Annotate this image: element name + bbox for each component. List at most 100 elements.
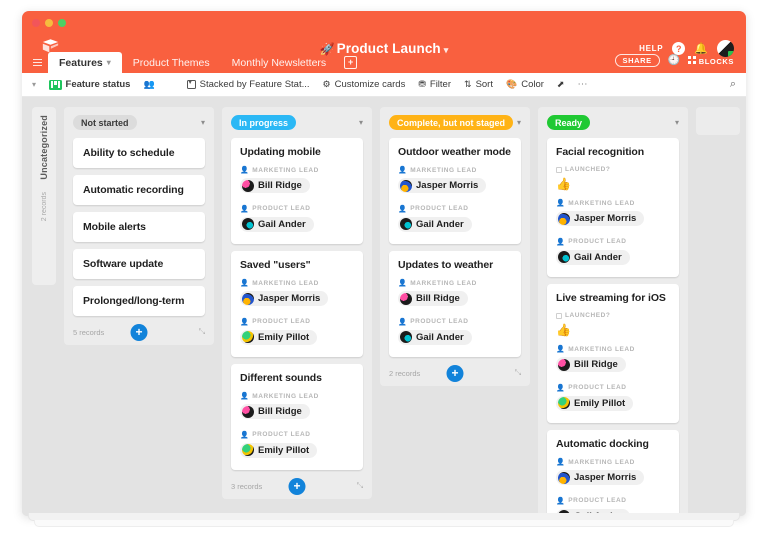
status-badge: In progress	[231, 115, 296, 130]
person-name: Emily Pillot	[258, 445, 309, 456]
stack-partial[interactable]	[696, 107, 740, 135]
person-name: Gail Ander	[416, 219, 464, 230]
person-chip[interactable]: Jasper Morris	[398, 178, 486, 193]
card-field-label: 👤MARKETING LEAD	[240, 166, 354, 174]
checkbox-icon	[556, 313, 562, 319]
person-chip[interactable]: Gail Ander	[240, 217, 314, 232]
avatar	[558, 213, 570, 225]
kanban-card[interactable]: Facial recognitionLAUNCHED?👍👤MARKETING L…	[547, 138, 679, 277]
kanban-card[interactable]: Outdoor weather mode👤MARKETING LEADJaspe…	[389, 138, 521, 244]
thumbs-up-icon: 👍	[556, 177, 670, 191]
stack-complete-but-not-staged[interactable]: Complete, but not staged▾Outdoor weather…	[380, 107, 530, 386]
ellipsis-icon[interactable]: ⋯	[577, 79, 587, 90]
share-button[interactable]: SHARE	[615, 54, 660, 67]
card-title: Automatic recording	[83, 184, 195, 196]
person-chip[interactable]: Jasper Morris	[556, 211, 644, 226]
chevron-down-icon[interactable]: ▾	[675, 118, 679, 127]
kanban-card[interactable]: Automatic recording	[73, 175, 205, 205]
stack-footer: 3 records+⤢	[231, 477, 363, 499]
kanban-card[interactable]: Live streaming for iOSLAUNCHED?👍👤MARKETI…	[547, 284, 679, 423]
kanban-card[interactable]: Mobile alerts	[73, 212, 205, 242]
kanban-card[interactable]: Prolonged/long-term	[73, 286, 205, 316]
card-title: Prolonged/long-term	[83, 295, 195, 307]
group-rail-uncategorized[interactable]: Uncategorized 2 records	[32, 107, 56, 285]
collaborators-icon[interactable]: 👥	[143, 79, 154, 90]
avatar	[558, 251, 570, 263]
history-clock-icon[interactable]: 🕘	[668, 55, 680, 66]
chevron-down-icon[interactable]: ▾	[517, 118, 521, 127]
minimize-window-button[interactable]	[45, 19, 53, 27]
stack-in-progress[interactable]: In progress▾Updating mobile👤MARKETING LE…	[222, 107, 372, 499]
kanban-board[interactable]: Uncategorized 2 records Not started ▾ Abil…	[22, 97, 746, 516]
blocks-button[interactable]: BLOCKS	[688, 51, 734, 69]
share-view-icon[interactable]: ⬈	[557, 79, 565, 90]
add-table-button[interactable]: +	[344, 56, 357, 69]
stack-ready[interactable]: Ready ▾ Facial recognitionLAUNCHED?👍👤MARKE…	[538, 107, 688, 516]
customize-cards-label: Customize cards	[335, 79, 406, 90]
card-field-label: 👤PRODUCT LEAD	[556, 238, 670, 246]
person-chip[interactable]: Jasper Morris	[556, 470, 644, 485]
add-record-button[interactable]: +	[289, 478, 306, 495]
person-name: Jasper Morris	[416, 180, 478, 191]
card-field-label: 👤PRODUCT LEAD	[240, 205, 354, 213]
hamburger-menu-icon[interactable]	[28, 52, 46, 73]
stack-not-started[interactable]: Not started ▾ Ability to schedule Automatic…	[64, 107, 214, 345]
person-icon: 👤	[240, 431, 249, 439]
person-name: Bill Ridge	[258, 406, 302, 417]
kanban-card[interactable]: Ability to schedule	[73, 138, 205, 168]
card-title: Saved "users"	[240, 259, 354, 271]
filter-button[interactable]: ⛃ Filter	[418, 79, 451, 90]
chevron-down-icon[interactable]: ▾	[359, 118, 363, 127]
tab-product-themes[interactable]: Product Themes	[122, 52, 221, 73]
expand-icon[interactable]: ⤢	[357, 481, 363, 491]
app-header: 🚀Product Launch▾ HELP ? 🔔 Features ▾ Pro…	[22, 11, 746, 73]
kanban-card[interactable]: Updating mobile👤MARKETING LEADBill Ridge…	[231, 138, 363, 244]
tab-features[interactable]: Features ▾	[48, 52, 122, 73]
maximize-window-button[interactable]	[58, 19, 66, 27]
person-chip[interactable]: Jasper Morris	[240, 291, 328, 306]
card-field-label-text: PRODUCT LEAD	[252, 205, 310, 212]
avatar	[242, 444, 254, 456]
sort-button[interactable]: ⇅ Sort	[464, 79, 493, 90]
person-chip[interactable]: Emily Pillot	[240, 330, 317, 345]
tab-monthly-newsletters[interactable]: Monthly Newsletters	[221, 52, 338, 73]
kanban-card[interactable]: Different sounds👤MARKETING LEADBill Ridg…	[231, 364, 363, 470]
gear-icon: ⚙	[323, 79, 331, 90]
person-chip[interactable]: Gail Ander	[398, 330, 472, 345]
kanban-card[interactable]: Automatic docking👤MARKETING LEADJasper M…	[547, 430, 679, 516]
card-field-label-text: PRODUCT LEAD	[568, 497, 626, 504]
kanban-card[interactable]: Updates to weather👤MARKETING LEADBill Ri…	[389, 251, 521, 357]
status-badge: Ready	[547, 115, 590, 130]
sort-label: Sort	[476, 79, 493, 90]
person-chip[interactable]: Gail Ander	[556, 250, 630, 265]
search-icon[interactable]: ⌕	[730, 78, 736, 91]
card-field-label: 👤PRODUCT LEAD	[240, 318, 354, 326]
color-button[interactable]: 🎨 Color	[506, 79, 544, 90]
status-badge: Not started	[73, 115, 137, 130]
card-field-label-text: MARKETING LEAD	[568, 459, 635, 466]
tab-bar-actions: SHARE 🕘 BLOCKS	[615, 51, 747, 73]
stack-header: Not started ▾	[73, 115, 205, 130]
person-chip[interactable]: Emily Pillot	[556, 396, 633, 411]
chevron-down-icon[interactable]: ▾	[201, 118, 205, 127]
kanban-card[interactable]: Software update	[73, 249, 205, 279]
view-name-button[interactable]: Feature status	[49, 79, 130, 90]
person-chip[interactable]: Bill Ridge	[240, 178, 310, 193]
stacked-by-label: Stacked by Feature Stat...	[200, 79, 310, 90]
add-record-button[interactable]: +	[131, 324, 148, 341]
stacked-by-button[interactable]: Stacked by Feature Stat...	[187, 79, 310, 90]
card-field-label: 👤PRODUCT LEAD	[240, 431, 354, 439]
close-window-button[interactable]	[32, 19, 40, 27]
customize-cards-button[interactable]: ⚙ Customize cards	[323, 79, 406, 90]
person-chip[interactable]: Gail Ander	[398, 217, 472, 232]
add-record-button[interactable]: +	[447, 365, 464, 382]
card-field-label-text: PRODUCT LEAD	[252, 318, 310, 325]
person-chip[interactable]: Bill Ridge	[398, 291, 468, 306]
person-chip[interactable]: Bill Ridge	[556, 357, 626, 372]
person-chip[interactable]: Bill Ridge	[240, 404, 310, 419]
collapse-sidebar-icon[interactable]: ▾	[32, 80, 36, 89]
expand-icon[interactable]: ⤢	[515, 368, 521, 378]
person-chip[interactable]: Emily Pillot	[240, 443, 317, 458]
kanban-card[interactable]: Saved "users"👤MARKETING LEADJasper Morri…	[231, 251, 363, 357]
expand-icon[interactable]: ⤢	[199, 327, 205, 337]
